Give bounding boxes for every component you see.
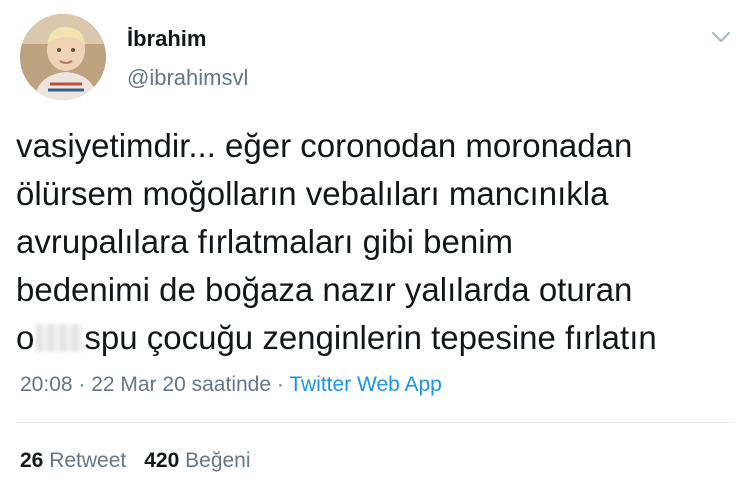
meta-separator: · [271,373,290,396]
chevron-down-icon[interactable] [710,30,732,44]
like-label: Beğeni [185,449,251,472]
tweet-text-fragment: o [16,319,35,356]
tweet-text-line: vasiyetimdir... eğer coronodan moronadan [16,127,633,164]
retweet-count: 26 [20,449,44,472]
tweet-stats: 26 Retweet 420 Beğeni [20,449,251,473]
meta-separator: · [72,373,92,396]
tweet-date[interactable]: 22 Mar 20 saatinde [91,373,271,396]
tweet-text-line: o spu çocuğu zenginlerin tepesine fırlatı… [16,314,736,362]
avatar[interactable] [20,14,106,100]
user-info: İbrahim @ibrahimsvl [127,26,248,91]
tweet-text-line: avrupalılara fırlatmaları gibi benim [16,223,514,260]
avatar-image [20,14,106,100]
retweet-label: Retweet [49,449,127,472]
tweet-text-fragment: spu çocuğu zenginlerin tepesine fırlatın [84,319,657,356]
like-stat[interactable]: 420 Beğeni [144,449,250,472]
tweet-text: vasiyetimdir... eğer coronodan moronadan… [16,122,736,362]
tweet-time[interactable]: 20:08 [20,373,73,396]
censor-blur [36,324,83,352]
tweet-text-line: ölürsem moğolların vebalıları mancınıkla [16,175,609,212]
tweet-meta: 20:08 · 22 Mar 20 saatinde · Twitter Web… [20,372,442,398]
retweet-stat[interactable]: 26 Retweet [20,449,126,472]
like-count: 420 [144,449,180,472]
user-handle[interactable]: @ibrahimsvl [127,65,248,91]
tweet-card: İbrahim @ibrahimsvl vasiyetimdir... eğer… [0,0,750,487]
display-name[interactable]: İbrahim [127,26,248,52]
divider [16,422,734,423]
tweet-text-line: bedenimi de boğaza nazır yalılarda otura… [16,271,633,308]
tweet-source-link[interactable]: Twitter Web App [289,373,442,396]
